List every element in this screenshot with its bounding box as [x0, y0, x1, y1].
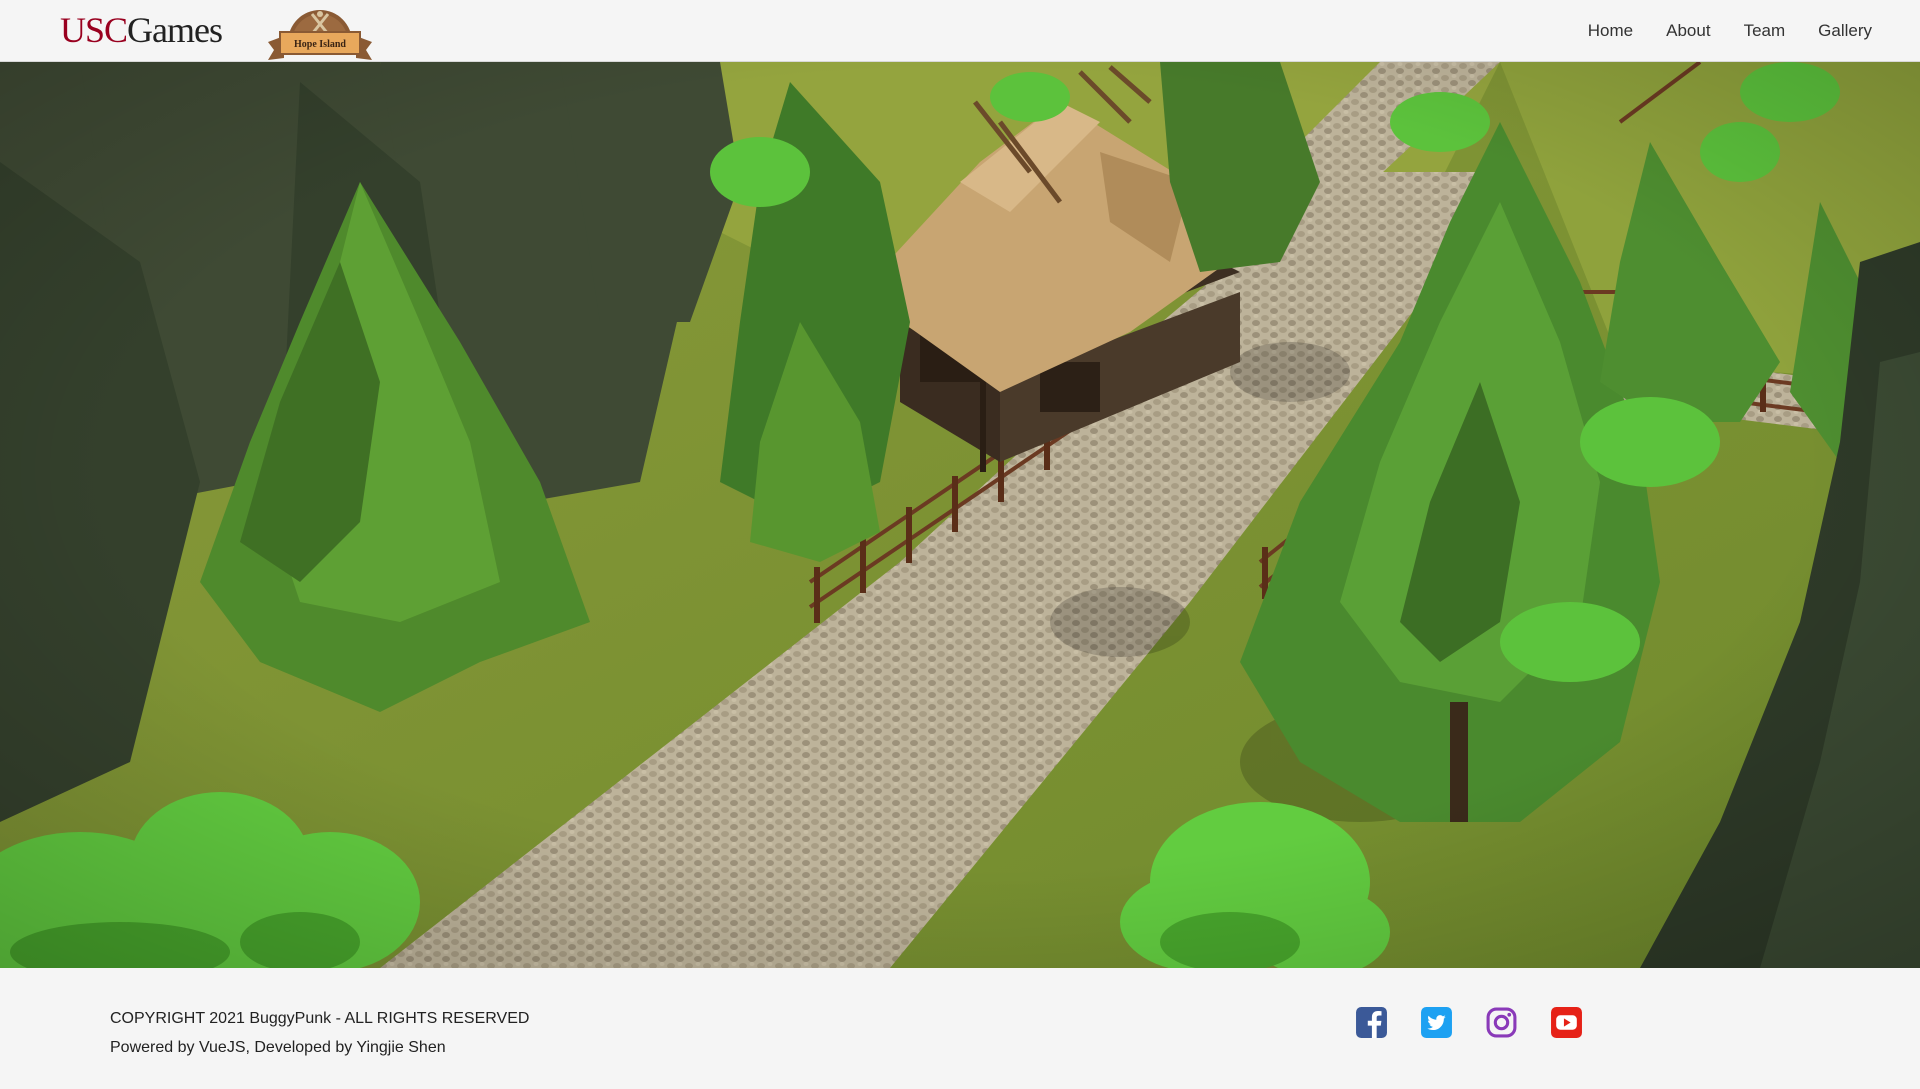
facebook-icon[interactable]	[1355, 1006, 1388, 1039]
site-footer: COPYRIGHT 2021 BuggyPunk - ALL RIGHTS RE…	[0, 968, 1920, 1089]
brand-games-text: Games	[127, 10, 223, 50]
hero-banner	[0, 62, 1920, 968]
hope-island-logo[interactable]: Hope Island	[266, 2, 374, 60]
footer-text: COPYRIGHT 2021 BuggyPunk - ALL RIGHTS RE…	[110, 1004, 529, 1062]
site-header: USCGames Hope Island Home About Team Gal…	[0, 0, 1920, 62]
brand-usc-text: USC	[60, 10, 128, 50]
social-links	[1355, 1006, 1615, 1039]
copyright-text: COPYRIGHT 2021 BuggyPunk - ALL RIGHTS RE…	[110, 1010, 530, 1027]
nav-home[interactable]: Home	[1588, 21, 1633, 41]
nav-about[interactable]: About	[1666, 21, 1710, 41]
twitter-icon[interactable]	[1420, 1006, 1453, 1039]
instagram-icon[interactable]	[1485, 1006, 1518, 1039]
powered-by-text: Powered by VueJS, Developed by Yingjie S…	[110, 1039, 446, 1056]
hope-island-logo-text: Hope Island	[294, 39, 346, 50]
nav-team[interactable]: Team	[1744, 21, 1786, 41]
nav-gallery[interactable]: Gallery	[1818, 21, 1872, 41]
usc-games-logo[interactable]: USCGames	[60, 8, 223, 52]
youtube-icon[interactable]	[1550, 1006, 1583, 1039]
main-nav: Home About Team Gallery	[1555, 0, 1872, 62]
forest-cabin-scene	[0, 62, 1920, 968]
